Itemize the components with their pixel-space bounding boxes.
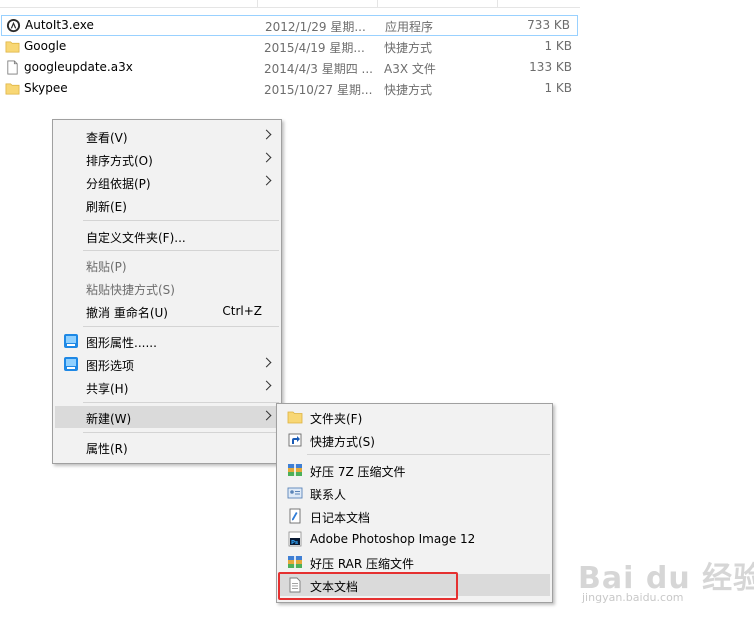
file-name: googleupdate.a3x — [24, 60, 133, 74]
menu-item-customize-folder[interactable]: 自定义文件夹(F)... — [55, 225, 279, 247]
menu-item-label: 新建(W) — [86, 412, 132, 426]
file-type: A3X 文件 — [384, 62, 436, 76]
haozip-archive-icon — [288, 464, 302, 476]
folder-shortcut-icon — [5, 41, 20, 53]
column-divider[interactable] — [377, 0, 378, 7]
folder-shortcut-icon — [5, 83, 20, 95]
file-date: 2014/4/3 星期四 ... — [264, 62, 373, 76]
file-type: 应用程序 — [385, 20, 434, 34]
menu-item-paste[interactable]: 粘贴(P) — [55, 254, 279, 276]
submenu-item-contact[interactable]: 联系人 — [279, 482, 550, 504]
file-size: 733 KB — [527, 18, 570, 32]
column-divider[interactable] — [497, 0, 498, 7]
menu-item-label: 分组依据(P) — [86, 177, 151, 191]
menu-item-label: Adobe Photoshop Image 12 — [310, 532, 476, 546]
baidu-jingyan-watermark: Bai du 经验 jingyan.baidu.com — [578, 553, 754, 613]
column-divider[interactable] — [257, 0, 258, 7]
menu-item-share[interactable]: 共享(H) — [55, 376, 279, 398]
menu-item-graphics-options[interactable]: 图形选项 — [55, 353, 279, 375]
menu-separator — [83, 432, 279, 433]
menu-item-label: 自定义文件夹(F)... — [86, 231, 186, 245]
menu-item-label: 共享(H) — [86, 382, 129, 396]
chevron-right-icon — [261, 357, 272, 368]
chevron-right-icon — [261, 380, 272, 391]
intel-graphics-icon — [64, 357, 78, 371]
chevron-right-icon — [261, 410, 272, 421]
file-date: 2015/4/19 星期... — [264, 41, 365, 55]
keyboard-shortcut: Ctrl+Z — [222, 304, 262, 318]
menu-item-label: 好压 7Z 压缩文件 — [310, 465, 406, 479]
submenu-item-haozip-7z[interactable]: 好压 7Z 压缩文件 — [279, 459, 550, 481]
menu-item-label: 查看(V) — [86, 131, 128, 145]
menu-item-label: 图形属性...... — [86, 336, 157, 350]
menu-item-label: 图形选项 — [86, 359, 135, 373]
file-row-google[interactable]: Google 2015/4/19 星期... 快捷方式 1 KB — [0, 36, 580, 57]
watermark-url: jingyan.baidu.com — [582, 591, 684, 604]
submenu-item-folder[interactable]: 文件夹(F) — [279, 406, 550, 428]
file-row-googleupdate[interactable]: googleupdate.a3x 2014/4/3 星期四 ... A3X 文件… — [0, 57, 580, 78]
menu-separator — [83, 250, 279, 251]
file-date: 2012/1/29 星期... — [265, 20, 366, 34]
photoshop-icon: Ps — [288, 531, 302, 547]
menu-item-sort-by[interactable]: 排序方式(O) — [55, 148, 279, 170]
menu-item-label: 撤消 重命名(U) — [86, 306, 168, 320]
submenu-item-haozip-rar[interactable]: 好压 RAR 压缩文件 — [279, 551, 550, 573]
menu-item-group-by[interactable]: 分组依据(P) — [55, 171, 279, 193]
menu-item-undo-rename[interactable]: 撤消 重命名(U) Ctrl+Z — [55, 300, 279, 322]
file-icon — [7, 60, 18, 75]
menu-item-label: 联系人 — [310, 488, 347, 502]
menu-separator — [83, 402, 279, 403]
file-type: 快捷方式 — [384, 41, 433, 55]
submenu-item-journal[interactable]: 日记本文档 — [279, 505, 550, 527]
menu-item-label: 快捷方式(S) — [310, 435, 375, 449]
menu-item-label: 粘贴(P) — [86, 260, 127, 274]
menu-item-label: 文件夹(F) — [310, 412, 363, 426]
intel-graphics-icon — [64, 334, 78, 348]
file-row-autoit3[interactable]: AutoIt3.exe 2012/1/29 星期... 应用程序 733 KB — [1, 15, 578, 36]
annotation-highlight-box — [278, 572, 458, 600]
menu-item-graphics-properties[interactable]: 图形属性...... — [55, 330, 279, 352]
svg-text:Ps: Ps — [291, 540, 299, 546]
autoit-app-icon — [6, 18, 21, 33]
menu-item-label: 属性(R) — [86, 442, 128, 456]
menu-item-label: 排序方式(O) — [86, 154, 153, 168]
menu-item-label: 日记本文档 — [310, 511, 371, 525]
column-header-strip — [0, 0, 580, 8]
menu-item-properties[interactable]: 属性(R) — [55, 436, 279, 458]
chevron-right-icon — [261, 152, 272, 163]
contact-card-icon — [287, 487, 303, 499]
file-size: 133 KB — [529, 60, 572, 74]
menu-item-refresh[interactable]: 刷新(E) — [55, 194, 279, 216]
menu-item-label: 好压 RAR 压缩文件 — [310, 557, 415, 571]
folder-icon — [287, 411, 303, 424]
menu-separator — [307, 454, 550, 455]
file-name: Google — [24, 39, 67, 53]
menu-item-paste-shortcut[interactable]: 粘贴快捷方式(S) — [55, 277, 279, 299]
menu-item-new[interactable]: 新建(W) — [55, 406, 279, 428]
context-menu: 查看(V) 排序方式(O) 分组依据(P) 刷新(E) 自定义文件夹(F)...… — [52, 119, 282, 464]
file-date: 2015/10/27 星期... — [264, 83, 373, 97]
haozip-archive-icon — [288, 556, 302, 568]
file-size: 1 KB — [544, 39, 572, 53]
file-size: 1 KB — [544, 81, 572, 95]
submenu-item-photoshop[interactable]: Ps Adobe Photoshop Image 12 — [279, 528, 550, 550]
menu-item-label: 粘贴快捷方式(S) — [86, 283, 175, 297]
menu-item-label: 刷新(E) — [86, 200, 127, 214]
shortcut-arrow-icon — [288, 433, 302, 447]
menu-separator — [83, 326, 279, 327]
file-type: 快捷方式 — [384, 83, 433, 97]
file-name: Skypee — [24, 81, 68, 95]
menu-separator — [83, 220, 279, 221]
file-name: AutoIt3.exe — [25, 18, 94, 32]
journal-document-icon — [289, 508, 301, 524]
menu-item-view[interactable]: 查看(V) — [55, 125, 279, 147]
chevron-right-icon — [261, 129, 272, 140]
submenu-item-shortcut[interactable]: 快捷方式(S) — [279, 429, 550, 451]
chevron-right-icon — [261, 175, 272, 186]
file-row-skypee[interactable]: Skypee 2015/10/27 星期... 快捷方式 1 KB — [0, 78, 580, 99]
